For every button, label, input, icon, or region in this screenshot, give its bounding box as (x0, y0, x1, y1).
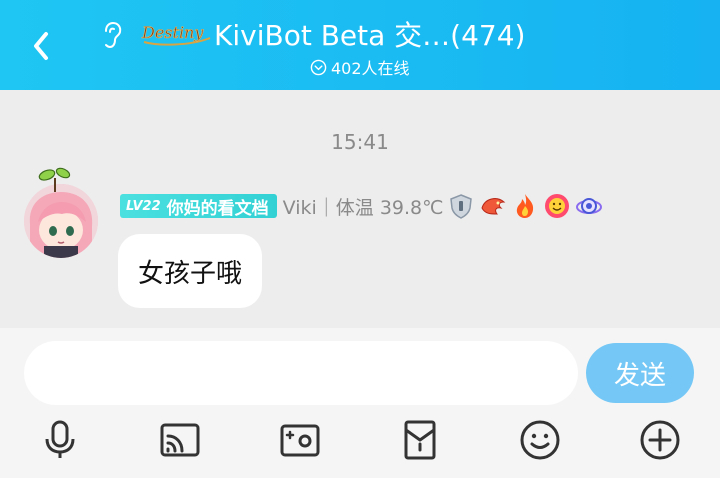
emoji-icon[interactable] (516, 416, 564, 464)
svg-text:Destiny: Destiny (141, 23, 204, 42)
microphone-icon[interactable] (36, 416, 84, 464)
message-list[interactable]: 15:41 LV22 你妈的看文档 Viki｜体温 39.8℃ 女孩子哦 (0, 90, 720, 328)
screen-cast-icon[interactable] (156, 416, 204, 464)
photo-icon[interactable] (276, 416, 324, 464)
message-input[interactable] (24, 341, 578, 405)
fire-medal-icon (517, 194, 534, 218)
composer-toolbar (0, 416, 720, 468)
level-badge: LV22 (126, 198, 161, 214)
chevron-down-circle-icon (310, 59, 327, 75)
ear-icon[interactable] (100, 20, 124, 50)
chat-header: Destiny KiviBot Beta 交…(474) 402人在线 (0, 0, 720, 90)
group-title[interactable]: KiviBot Beta 交…(474) (214, 14, 525, 54)
sprout-decoration-icon (38, 166, 72, 192)
plus-icon[interactable] (636, 416, 684, 464)
planet-medal-icon (576, 198, 603, 214)
message-timestamp: 15:41 (331, 130, 389, 154)
composer-bar: 发送 (0, 328, 720, 478)
group-title-badge: LV22 你妈的看文档 (120, 194, 277, 219)
destiny-logo: Destiny (140, 18, 212, 48)
sun-flower-medal-icon (545, 194, 570, 218)
back-button[interactable] (22, 24, 62, 64)
red-packet-icon[interactable] (396, 416, 444, 464)
online-status[interactable]: 402人在线 (310, 55, 410, 79)
send-button[interactable]: 发送 (586, 343, 694, 403)
shield-medal-icon (450, 194, 473, 219)
online-count: 402人在线 (331, 59, 410, 78)
sender-info: LV22 你妈的看文档 Viki｜体温 39.8℃ (120, 192, 603, 220)
back-arrow-icon (34, 32, 48, 60)
medal-list (447, 192, 603, 220)
message-bubble[interactable]: 女孩子哦 (118, 234, 263, 308)
avatar[interactable] (24, 184, 98, 258)
dragon-medal-icon (481, 198, 506, 215)
badge-title-text: 你妈的看文档 (166, 198, 269, 219)
sender-name[interactable]: Viki｜体温 39.8℃ (283, 193, 444, 220)
